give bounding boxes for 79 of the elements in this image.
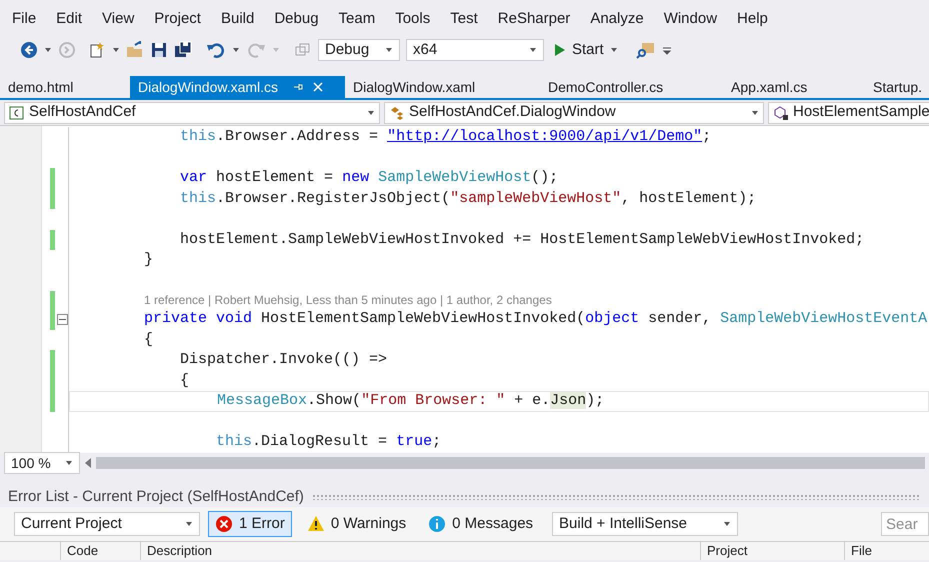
menu-item[interactable]: Debug [266, 8, 327, 30]
code-line: this.DialogResult = true; [215, 432, 442, 452]
save-all-icon[interactable] [174, 41, 192, 59]
menu-item[interactable]: Edit [48, 8, 90, 30]
navigation-dropdown[interactable]: SelfHostAndCef.DialogWindow [384, 102, 764, 124]
error-icon [215, 515, 233, 533]
caret-icon [65, 459, 73, 467]
menu-item[interactable]: Build [212, 8, 262, 30]
cube-icon [773, 104, 789, 120]
filter-toggle[interactable]: 0 Warnings [300, 511, 414, 537]
menu-item[interactable]: Project [146, 8, 209, 30]
undo-icon[interactable] [206, 41, 226, 59]
menu-item[interactable]: Tools [387, 8, 438, 30]
start-button[interactable]: Start [550, 38, 622, 62]
caret-icon [751, 108, 759, 116]
document-tab[interactable]: demo.html [0, 76, 130, 98]
caret-icon [385, 46, 393, 54]
info-icon [428, 515, 446, 533]
caret-icon [185, 520, 193, 528]
menu-item[interactable]: ReSharper [490, 8, 578, 30]
code-line: hostElement.SampleWebViewHostInvoked += HostElementSampleWebViewHostInvoked; [179, 230, 864, 250]
document-tab[interactable]: App.xaml.cs [723, 76, 865, 98]
code-line: Dispatcher.Invoke(() => [179, 350, 388, 370]
close-icon[interactable] [312, 81, 324, 93]
caret-icon[interactable] [112, 46, 120, 54]
code-line: MessageBox.Show("From Browser: " + e.Json); [216, 391, 604, 411]
csharp-file-icon [9, 104, 25, 120]
menu-item[interactable]: Window [656, 8, 726, 30]
filter-toggle[interactable]: 1 Error [208, 511, 292, 537]
code-line: private void HostElementSampleWebViewHostInvoked(object sender, SampleWebViewHostEventA [143, 309, 928, 329]
menu-item[interactable]: File [4, 8, 44, 30]
source-dropdown[interactable]: Build + IntelliSense [552, 512, 738, 536]
codelens-info[interactable]: 1 reference | Robert Muehsig, Less than 5 minutes ago | 1 author, 2 changes [144, 291, 552, 309]
navigation-dropdown[interactable]: HostElementSample [768, 102, 929, 124]
column-header[interactable]: Code [60, 542, 140, 560]
document-tab[interactable]: DemoController.cs [540, 76, 723, 98]
code-line: this.Browser.RegisterJsObject("sampleWebViewHost", hostElement); [179, 188, 756, 208]
panel-title: Error List - Current Project (SelfHostAndCef) [8, 486, 304, 507]
configuration-dropdown[interactable]: Debug [318, 39, 400, 61]
warning-icon [306, 515, 325, 533]
column-header[interactable]: File [844, 542, 914, 560]
caret-icon [367, 108, 375, 116]
scope-dropdown[interactable]: Current Project [14, 512, 200, 536]
code-line: var hostElement = new SampleWebViewHost(); [179, 168, 558, 188]
menu-item[interactable]: Help [729, 8, 776, 30]
menu-item[interactable]: Team [330, 8, 384, 30]
play-icon [554, 43, 566, 57]
caret-icon [610, 46, 618, 54]
platform-dropdown[interactable]: x64 [406, 39, 544, 61]
search-field[interactable]: Sear [881, 512, 929, 536]
document-tab[interactable]: Startup. [865, 76, 927, 98]
folder-icon[interactable] [126, 41, 144, 59]
column-header[interactable]: Project [700, 542, 844, 560]
caret-icon[interactable] [232, 46, 240, 54]
filter-toggle[interactable]: 0 Messages [421, 511, 540, 537]
navigation-dropdown[interactable]: SelfHostAndCef [4, 102, 380, 124]
code-line: } [143, 250, 154, 270]
code-line: { [179, 370, 190, 390]
document-tab[interactable]: DialogWindow.xaml [345, 76, 540, 98]
menu-item[interactable]: View [94, 8, 142, 30]
scrollbar-thumb[interactable] [96, 457, 925, 469]
zoom-dropdown[interactable]: 100 % [4, 452, 80, 474]
save-icon[interactable] [150, 41, 168, 59]
pin-icon[interactable] [292, 81, 304, 93]
document-tab[interactable]: DialogWindow.xaml.cs [130, 76, 345, 98]
new-item-icon[interactable] [88, 41, 106, 59]
column-header[interactable]: Description [140, 542, 700, 560]
code-line: this.Browser.Address = "http://localhost:9000/api/v1/Demo"; [179, 127, 712, 147]
menu-item[interactable]: Analyze [582, 8, 652, 30]
class-icon [389, 104, 405, 120]
scroll-left-icon[interactable] [84, 458, 92, 468]
collapse-toggle[interactable] [57, 314, 68, 325]
find-in-files-icon[interactable] [636, 41, 656, 59]
caret-icon[interactable] [44, 46, 52, 54]
code-line: { [143, 330, 154, 350]
caret-icon [723, 520, 732, 528]
back-icon[interactable] [20, 41, 38, 59]
menu-item[interactable]: Test [442, 8, 486, 30]
caret-icon [529, 46, 537, 54]
